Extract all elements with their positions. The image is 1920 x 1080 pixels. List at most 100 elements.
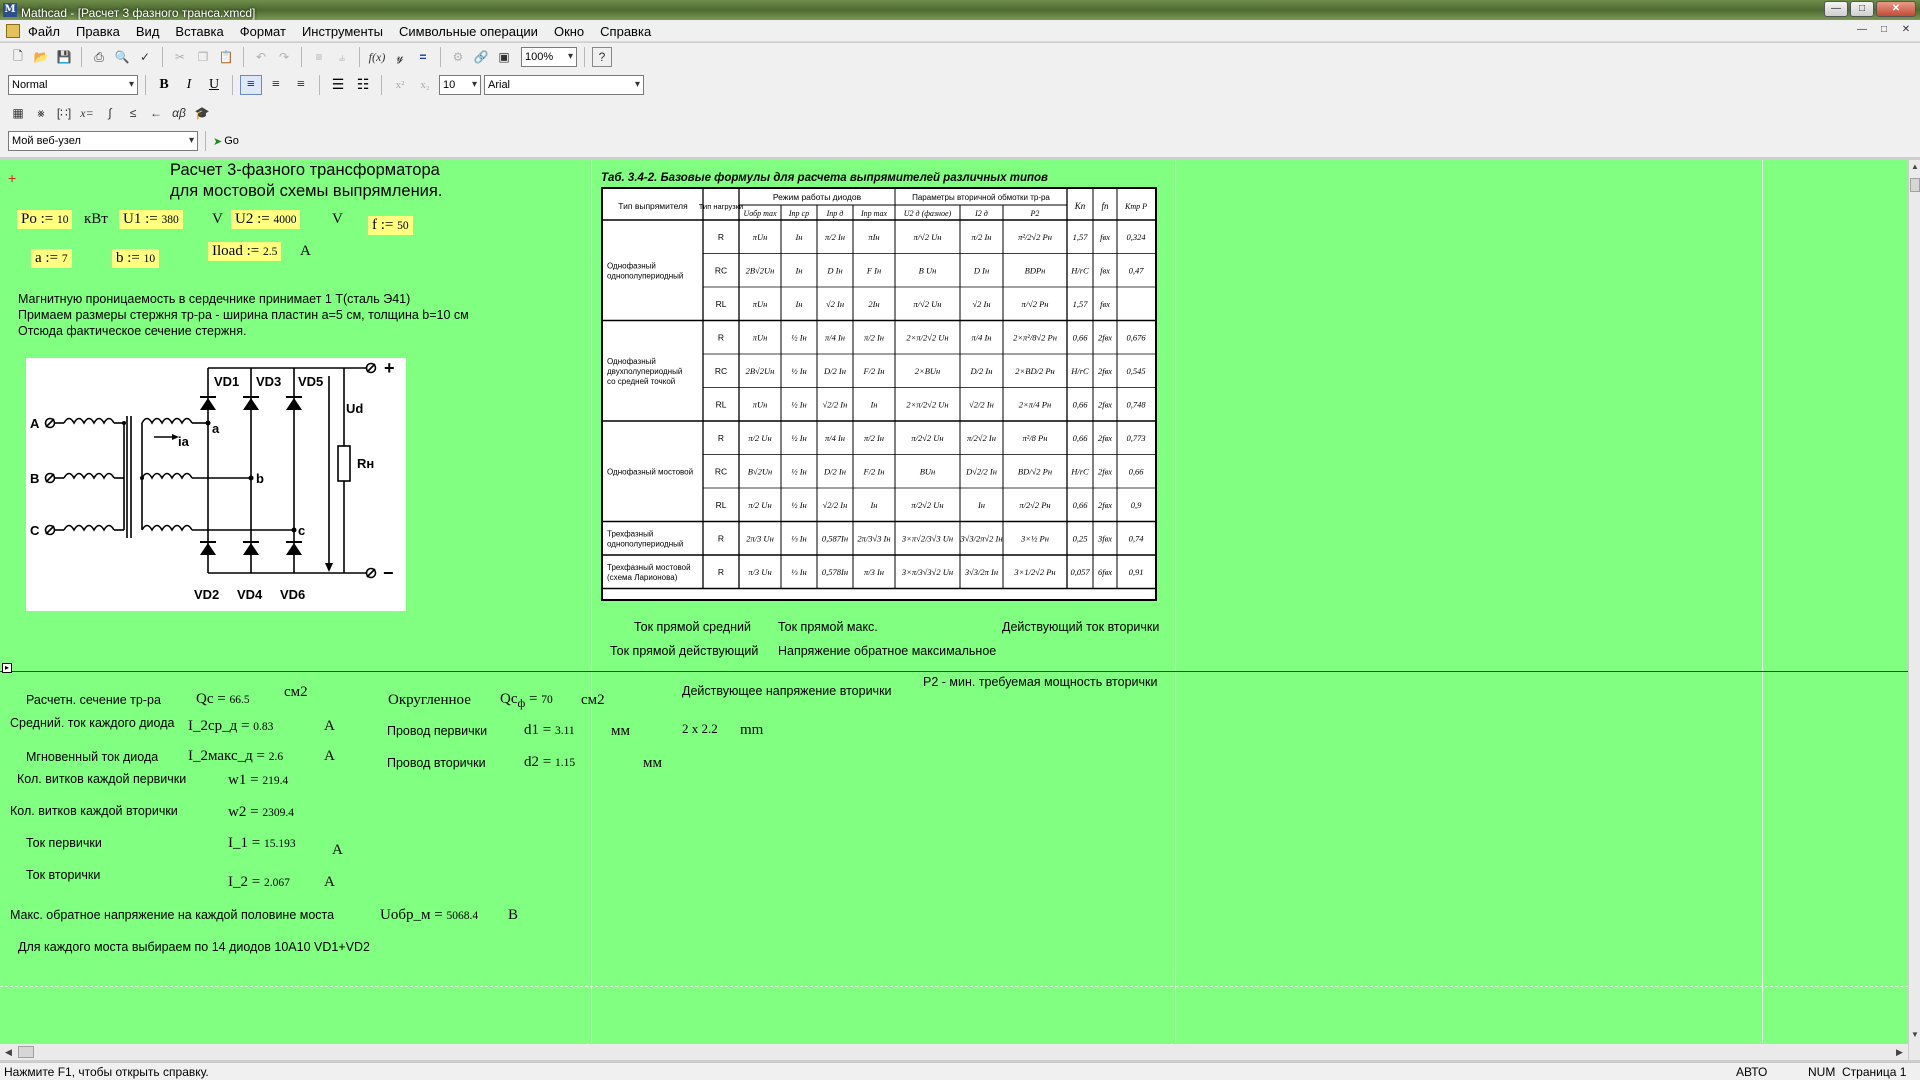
worksheet[interactable]: + ▸ Расчет 3-фазного трансформатора для … <box>0 160 1908 1043</box>
result-w1[interactable]: w1 = 219.4 <box>228 772 288 789</box>
matrix-toolbar-icon[interactable]: [∷] <box>54 103 74 123</box>
result-d1[interactable]: d1 = 3.11 <box>524 722 575 739</box>
open-icon[interactable]: 📂 <box>31 47 51 67</box>
bullets-icon[interactable]: ☰ <box>327 75 349 95</box>
input-u1[interactable]: U1 := 380 <box>119 210 183 229</box>
symbolic-toolbar-icon[interactable]: 🎓 <box>192 103 212 123</box>
menu-symbolics[interactable]: Символьные операции <box>399 24 538 39</box>
result-i1[interactable]: I_1 = 15.193 <box>228 835 296 852</box>
result-qc[interactable]: Qc = 66.5 <box>196 691 250 708</box>
close-button[interactable]: ✕ <box>1876 1 1916 17</box>
vertical-scroll-thumb[interactable] <box>1910 178 1920 192</box>
paste-icon[interactable]: 📋 <box>216 47 236 67</box>
scroll-right-icon[interactable]: ▶ <box>1891 1044 1908 1060</box>
vertical-scrollbar[interactable]: ▲ ▼ <box>1908 160 1920 1060</box>
table-cell: ½ Iн <box>791 399 807 409</box>
horizontal-scroll-thumb[interactable] <box>18 1046 34 1058</box>
calculator-toolbar-icon[interactable]: ▦ <box>8 103 28 123</box>
table-cell: BUн <box>920 466 936 476</box>
table-cell: D/2 Iн <box>970 366 993 376</box>
menu-help[interactable]: Справка <box>600 24 651 39</box>
align-right-icon[interactable]: ≡ <box>290 75 312 95</box>
input-b[interactable]: b := 10 <box>112 249 160 268</box>
insert-hyperlink-icon[interactable]: 🔗 <box>471 47 491 67</box>
result-w2[interactable]: w2 = 2309.4 <box>228 804 294 821</box>
region-marker-icon[interactable]: ▸ <box>2 663 12 673</box>
insert-function-icon[interactable]: f(x) <box>367 47 387 67</box>
result-d2[interactable]: d2 = 1.15 <box>524 754 575 771</box>
result-i2sr[interactable]: I_2ср_д = 0.83 <box>188 718 273 735</box>
copy-icon[interactable]: ❐ <box>193 47 213 67</box>
vd4-label: VD4 <box>237 587 263 602</box>
print-preview-icon[interactable]: 🔍 <box>112 47 132 67</box>
font-size-select[interactable]: 10 <box>439 75 481 95</box>
document-icon[interactable] <box>6 24 20 38</box>
undo-icon[interactable]: ↶ <box>251 47 271 67</box>
menu-format[interactable]: Формат <box>240 24 286 39</box>
math-toolbar: ▦ ⨳ [∷] x= ∫ ≤ ← αβ 🎓 <box>0 99 1920 127</box>
menu-file[interactable]: Файл <box>28 24 60 39</box>
menu-view[interactable]: Вид <box>136 24 160 39</box>
numbering-icon[interactable]: ☷ <box>352 75 374 95</box>
doc-restore-button[interactable]: □ <box>1876 23 1892 37</box>
align-down-icon[interactable]: ⫨ <box>332 47 352 67</box>
font-select[interactable]: Arial <box>484 75 644 95</box>
input-iload[interactable]: Iload := 2.5 <box>208 242 282 261</box>
doc-minimize-button[interactable]: — <box>1854 23 1870 37</box>
url-select[interactable]: Мой веб-узел <box>8 131 198 151</box>
style-select[interactable]: Normal <box>8 75 138 95</box>
bold-button[interactable]: B <box>153 75 175 95</box>
redo-icon[interactable]: ↷ <box>274 47 294 67</box>
greek-toolbar-icon[interactable]: αβ <box>169 103 189 123</box>
boolean-toolbar-icon[interactable]: ≤ <box>123 103 143 123</box>
menu-window[interactable]: Окно <box>554 24 584 39</box>
italic-button[interactable]: I <box>178 75 200 95</box>
resource-center-icon[interactable]: ▣ <box>494 47 514 67</box>
print-icon[interactable]: ⎙ <box>89 47 109 67</box>
horizontal-scrollbar[interactable]: ◀ ▶ <box>0 1043 1908 1060</box>
calculate-icon[interactable]: = <box>413 47 433 67</box>
align-center-icon[interactable]: ≡ <box>265 75 287 95</box>
superscript-icon[interactable]: x² <box>389 75 411 95</box>
cut-icon[interactable]: ✂ <box>170 47 190 67</box>
input-a[interactable]: a := 7 <box>31 249 72 268</box>
evaluation-toolbar-icon[interactable]: x= <box>77 103 97 123</box>
doc-close-button[interactable]: ✕ <box>1898 23 1914 37</box>
table-group-name: Однофазный мостовой <box>607 467 693 476</box>
table-cell: D/2 Iн <box>823 366 846 376</box>
menu-edit[interactable]: Правка <box>76 24 120 39</box>
result-i2[interactable]: I_2 = 2.067 <box>228 874 290 891</box>
component-icon[interactable]: ⚙ <box>448 47 468 67</box>
align-left-icon[interactable]: ≡ <box>240 75 262 95</box>
input-po[interactable]: Po := 10 <box>17 210 73 229</box>
new-icon[interactable]: 🗋 <box>8 47 28 67</box>
help-icon[interactable]: ? <box>592 47 612 67</box>
zoom-select[interactable]: 100% <box>521 47 577 67</box>
graph-toolbar-icon[interactable]: ⨳ <box>31 103 51 123</box>
label-p2-note: P2 - мин. требуемая мощность вторички <box>923 675 1158 689</box>
minimize-button[interactable]: — <box>1824 1 1848 17</box>
input-u2[interactable]: U2 := 4000 <box>231 210 301 229</box>
underline-button[interactable]: U <box>203 75 225 95</box>
subscript-icon[interactable]: x₂ <box>414 75 436 95</box>
result-uobr[interactable]: Uобр_м = 5068.4 <box>380 907 478 924</box>
result-i2max[interactable]: I_2макс_д = 2.6 <box>188 748 283 765</box>
menu-insert[interactable]: Вставка <box>175 24 223 39</box>
calculus-toolbar-icon[interactable]: ∫ <box>100 103 120 123</box>
restore-button[interactable]: □ <box>1850 1 1874 17</box>
unit-uobr: В <box>508 907 519 923</box>
go-button[interactable]: ➤ Go <box>213 135 239 148</box>
scroll-down-icon[interactable]: ▼ <box>1909 1028 1920 1042</box>
rectifier-formula-table: Таб. 3.4-2. Базовые формулы для расчета … <box>597 172 1159 602</box>
programming-toolbar-icon[interactable]: ← <box>146 103 166 123</box>
table-cell: π/2 Iн <box>864 332 884 342</box>
scroll-left-icon[interactable]: ◀ <box>0 1044 17 1060</box>
scroll-up-icon[interactable]: ▲ <box>1909 160 1920 174</box>
insert-unit-icon[interactable]: 𝓎 <box>390 47 410 67</box>
save-icon[interactable]: 💾 <box>54 47 74 67</box>
result-qcf[interactable]: Qcф = 70 <box>500 691 553 711</box>
input-f[interactable]: f := 50 <box>368 216 413 235</box>
spell-check-icon[interactable]: ✓ <box>135 47 155 67</box>
menu-tools[interactable]: Инструменты <box>302 24 383 39</box>
align-across-icon[interactable]: ≡ <box>309 47 329 67</box>
